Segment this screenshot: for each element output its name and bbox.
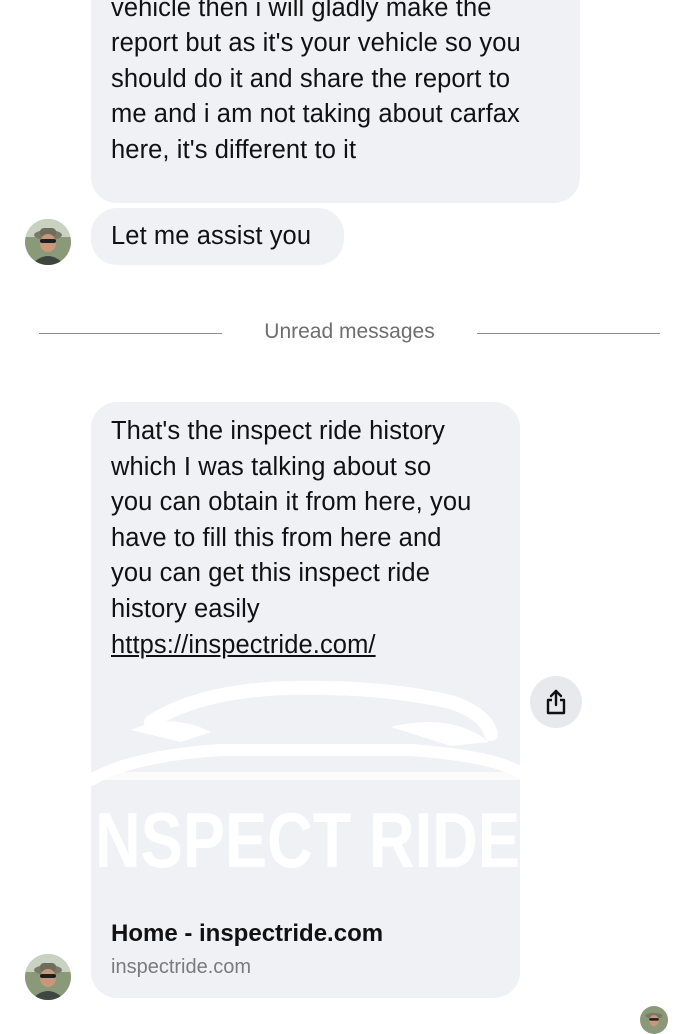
unread-messages-label: Unread messages	[264, 320, 435, 343]
message-bubble[interactable]: Let me assist you	[91, 208, 344, 265]
link-preview-title[interactable]: Home - inspectride.com	[111, 920, 383, 948]
avatar[interactable]	[25, 954, 71, 1000]
avatar[interactable]	[25, 219, 71, 265]
read-receipt-avatar	[640, 1006, 668, 1034]
message-bubble[interactable]: my money again ,if it would be my vehicl…	[91, 0, 580, 203]
message-text: Let me assist you	[111, 222, 312, 250]
logo-text: NSPECT RIDE	[95, 796, 520, 884]
message-text: That's the inspect ride history which I …	[111, 417, 472, 659]
link-preview-domain: inspectride.com	[111, 956, 252, 978]
message-link[interactable]: https://inspectride.com/	[111, 631, 376, 659]
message-text: my money again ,if it would be my vehicl…	[111, 0, 521, 164]
share-icon	[546, 689, 566, 715]
divider-line-right	[477, 333, 660, 334]
share-button[interactable]	[530, 676, 582, 728]
link-message-bubble[interactable]: That's the inspect ride history which I …	[91, 402, 520, 998]
link-preview-image[interactable]: NSPECT RIDE	[91, 672, 520, 910]
